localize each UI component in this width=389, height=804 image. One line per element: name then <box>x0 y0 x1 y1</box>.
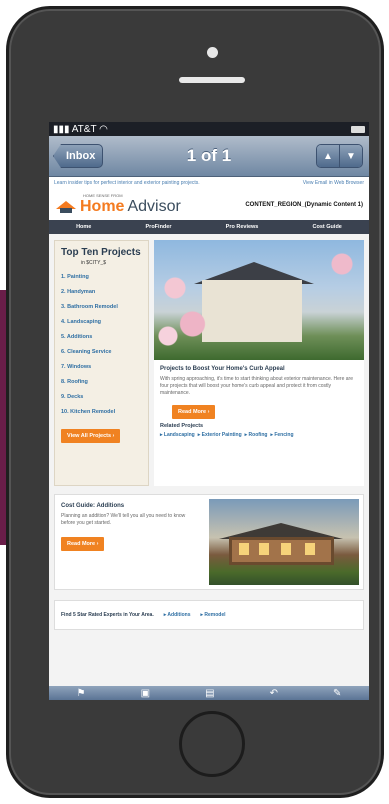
cost-guide-title: Cost Guide: Additions <box>61 503 125 509</box>
list-item[interactable]: 8. Roofing <box>61 379 144 394</box>
brand-row: HOME SENSE FROM Home Advisor CONTENT_REGI… <box>49 189 369 220</box>
find-experts-bar: Find 5 Star Rated Experts in Your Area. … <box>54 600 364 630</box>
next-message-icon[interactable]: ▼ <box>339 145 362 167</box>
logo-home-text: Home <box>80 198 125 215</box>
cost-guide-read-more-button[interactable]: Read More › <box>61 536 105 551</box>
homeadvisor-logo[interactable]: HOME SENSE FROM Home Advisor <box>55 193 181 216</box>
mail-nav-bar: Inbox 1 of 1 ▲ ▼ <box>49 136 369 177</box>
list-item[interactable]: 2. Handyman <box>61 289 144 304</box>
email-body: Learn insider tips for perfect interior … <box>49 177 369 687</box>
preheader-text: Learn insider tips for perfect interior … <box>54 180 200 186</box>
nav-profinder-link[interactable]: ProFinder <box>146 224 172 230</box>
experts-remodel-link[interactable]: ▸ Remodel <box>200 612 225 618</box>
wifi-icon: ◠ <box>99 123 108 135</box>
cost-guide-block: Cost Guide: Additions Planning an additi… <box>54 494 364 590</box>
battery-icon <box>351 125 365 133</box>
view-in-browser-link[interactable]: View Email in Web Browser <box>303 180 364 186</box>
list-item[interactable]: 7. Windows <box>61 364 144 379</box>
related-projects: Related Projects ▸ Landscaping ▸ Exterio… <box>154 419 364 442</box>
carrier-name: AT&T <box>71 123 97 135</box>
status-bar: ▮▮▮ AT&T ◠ <box>49 122 369 136</box>
list-item[interactable]: 4. Landscaping <box>61 319 144 334</box>
list-item[interactable]: 1. Painting <box>61 274 144 289</box>
camera-dot <box>207 47 218 58</box>
folder-icon[interactable]: ▣ <box>141 688 150 699</box>
previous-message-icon[interactable]: ▲ <box>317 145 339 167</box>
inbox-back-button[interactable]: Inbox <box>53 144 104 168</box>
related-links: ▸ Landscaping ▸ Exterior Painting ▸ Roof… <box>160 432 358 438</box>
top-ten-projects-panel: Top Ten Projects in $CITY_$ 1. Painting … <box>54 240 149 486</box>
message-nav-arrows: ▲ ▼ <box>316 144 363 168</box>
mail-toolbar: ⚑ ▣ ▤ ↶ ✎ <box>49 686 369 700</box>
list-item[interactable]: 5. Additions <box>61 334 144 349</box>
content-region-label: CONTENT_REGION_(Dynamic Content 1) <box>245 201 363 208</box>
nav-home-link[interactable]: Home <box>76 224 91 230</box>
feature-read-more-button[interactable]: Read More › <box>172 405 216 420</box>
list-item[interactable]: 10. Kitchen Remodel <box>61 409 144 424</box>
related-projects-title: Related Projects <box>160 423 204 430</box>
feature-body: With spring approaching, it's time to st… <box>160 376 353 396</box>
home-button[interactable] <box>179 711 245 777</box>
logo-advisor-text: Advisor <box>127 198 181 215</box>
related-landscaping-link[interactable]: ▸ Landscaping <box>160 432 195 438</box>
top-ten-title: Top Ten Projects <box>61 247 141 258</box>
compose-icon[interactable]: ✎ <box>333 688 341 699</box>
reply-icon[interactable]: ↶ <box>270 688 278 699</box>
flag-icon[interactable]: ⚑ <box>77 688 86 699</box>
trash-icon[interactable]: ▤ <box>205 688 214 699</box>
main-content-block: Top Ten Projects in $CITY_$ 1. Painting … <box>54 240 364 486</box>
list-item[interactable]: 3. Bathroom Remodel <box>61 304 144 319</box>
list-item[interactable]: 9. Decks <box>61 394 144 409</box>
nav-pro-reviews-link[interactable]: Pro Reviews <box>226 224 259 230</box>
nav-cost-guide-link[interactable]: Cost Guide <box>313 224 342 230</box>
related-fencing-link[interactable]: ▸ Fencing <box>270 432 293 438</box>
speaker-grille <box>179 77 245 83</box>
cost-guide-text: Cost Guide: Additions Planning an additi… <box>55 495 205 589</box>
house-logo-icon <box>56 201 76 213</box>
feature-article: Projects to Boost Your Home's Curb Appea… <box>154 240 364 486</box>
addition-house-image[interactable] <box>209 499 359 585</box>
phone-frame: ▮▮▮ AT&T ◠ Inbox 1 of 1 ▲ ▼ Learn inside… <box>6 6 384 798</box>
find-experts-text: Find 5 Star Rated Experts in Your Area. <box>61 612 154 618</box>
email-top-nav: Home ProFinder Pro Reviews Cost Guide <box>49 220 369 234</box>
related-exterior-painting-link[interactable]: ▸ Exterior Painting <box>198 432 242 438</box>
carrier-label: ▮▮▮ AT&T ◠ <box>53 124 108 135</box>
top-ten-subtitle: in $CITY_$ <box>81 260 107 266</box>
curb-appeal-house-image[interactable] <box>154 240 364 360</box>
cost-guide-body: Planning an addition? We'll tell you all… <box>61 513 186 526</box>
signal-icon: ▮▮▮ <box>53 123 70 135</box>
phone-screen: ▮▮▮ AT&T ◠ Inbox 1 of 1 ▲ ▼ Learn inside… <box>49 122 369 700</box>
top-ten-list: 1. Painting 2. Handyman 3. Bathroom Remo… <box>61 274 144 424</box>
related-roofing-link[interactable]: ▸ Roofing <box>245 432 268 438</box>
experts-additions-link[interactable]: ▸ Additions <box>164 612 191 618</box>
view-all-projects-button[interactable]: View All Projects › <box>61 429 121 443</box>
list-item[interactable]: 6. Cleaning Service <box>61 349 144 364</box>
email-preheader: Learn insider tips for perfect interior … <box>49 177 369 189</box>
feature-title: Projects to Boost Your Home's Curb Appea… <box>160 366 285 372</box>
